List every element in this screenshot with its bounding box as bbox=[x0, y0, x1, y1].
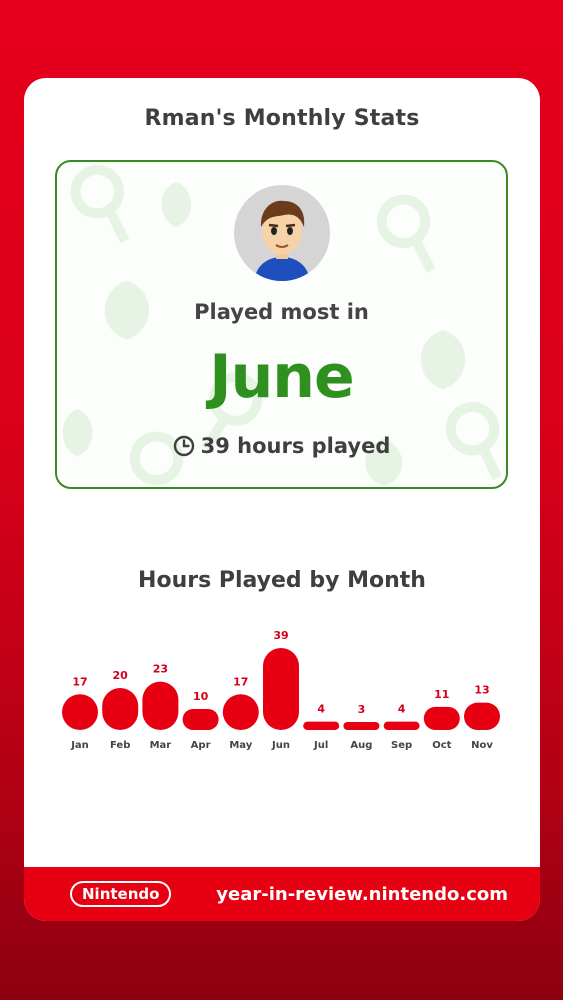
bar-value-label: 4 bbox=[398, 703, 406, 716]
bar-oct bbox=[423, 706, 460, 730]
hours-by-month-chart: 17 Jan 20 Feb 23 Mar 10 Apr 17 May 39 Jun 4 Jul 3 Aug 4 S… bbox=[62, 629, 500, 751]
month-tick-label: Oct bbox=[432, 740, 451, 751]
month-tick-label: Jan bbox=[70, 740, 89, 751]
month-tick-label: Feb bbox=[110, 740, 130, 751]
bar-jan bbox=[62, 694, 98, 730]
bar-value-label: 20 bbox=[113, 669, 129, 682]
bar-value-label: 3 bbox=[358, 703, 366, 716]
bar-may bbox=[222, 694, 259, 730]
stats-card: Rman's Monthly Stats Played most in June… bbox=[24, 78, 540, 921]
bar-feb bbox=[102, 687, 139, 730]
bar-value-label: 10 bbox=[193, 690, 209, 703]
hours-played-text: 39 hours played bbox=[200, 434, 391, 458]
card-title: Rman's Monthly Stats bbox=[144, 106, 420, 131]
chart-title: Hours Played by Month bbox=[138, 568, 426, 593]
footer-url-link[interactable]: year-in-review.nintendo.com bbox=[216, 884, 508, 905]
bar-value-label: 11 bbox=[434, 688, 449, 701]
month-tick-label: Sep bbox=[391, 740, 412, 751]
month-tick-label: Jul bbox=[313, 740, 328, 751]
mii-avatar bbox=[234, 185, 330, 281]
played-most-label: Played most in bbox=[194, 300, 369, 324]
bar-aug bbox=[343, 722, 380, 730]
bar-value-label: 17 bbox=[233, 675, 248, 688]
top-month-value: June bbox=[209, 342, 354, 412]
bar-value-label: 4 bbox=[317, 703, 325, 716]
month-tick-label: Jun bbox=[271, 740, 290, 751]
bar-jun bbox=[263, 648, 299, 730]
bar-value-label: 39 bbox=[273, 629, 288, 642]
footer-bar: Nintendo year-in-review.nintendo.com bbox=[24, 867, 540, 921]
bar-value-label: 23 bbox=[153, 663, 168, 676]
top-month-panel: Played most in June 39 hours played bbox=[55, 160, 508, 489]
month-tick-label: Aug bbox=[350, 740, 372, 751]
bar-jul bbox=[303, 721, 340, 730]
hours-played-row: 39 hours played bbox=[57, 434, 506, 458]
month-tick-label: May bbox=[229, 740, 252, 751]
bar-mar bbox=[142, 681, 179, 730]
bar-value-label: 17 bbox=[72, 675, 87, 688]
bar-value-label: 13 bbox=[474, 684, 489, 697]
clock-icon bbox=[173, 435, 194, 457]
bar-apr bbox=[182, 708, 219, 730]
bar-nov bbox=[464, 702, 500, 730]
bar-sep bbox=[383, 721, 420, 730]
month-tick-label: Apr bbox=[191, 740, 211, 751]
nintendo-logo[interactable]: Nintendo bbox=[70, 881, 172, 907]
month-tick-label: Nov bbox=[471, 740, 493, 751]
month-tick-label: Mar bbox=[150, 740, 172, 751]
